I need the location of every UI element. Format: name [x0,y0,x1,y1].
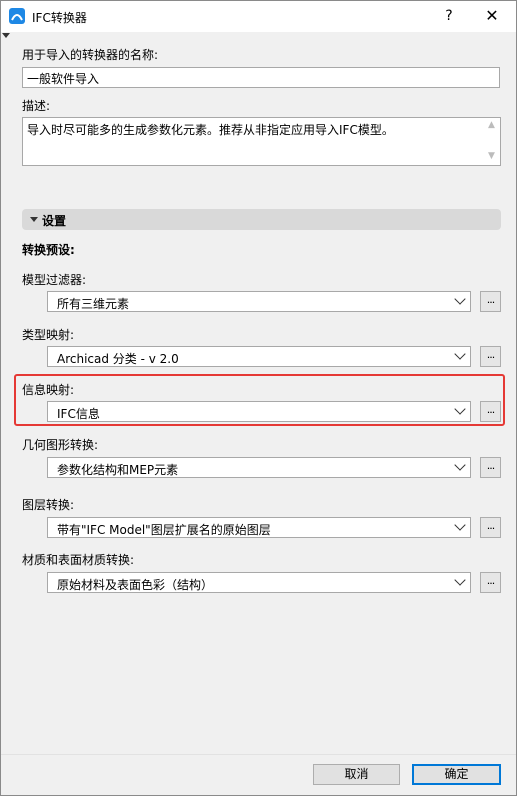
model-filter-select[interactable]: 所有三维元素 [47,291,471,312]
model-filter-value: 所有三维元素 [57,297,130,311]
footer-divider [1,754,516,755]
material-conversion-value: 原始材料及表面色彩（结构） [57,578,214,592]
model-filter-more-button[interactable]: ... [480,291,501,312]
collapse-arrow-icon[interactable] [2,33,10,38]
chevron-down-icon [454,348,466,360]
cancel-button[interactable]: 取消 [313,764,400,785]
description-textarea[interactable]: 导入时尽可能多的生成参数化元素。推荐从非指定应用导入IFC模型。 ▲ ▼ [22,117,501,166]
material-conversion-more-button[interactable]: ... [480,572,501,593]
scroll-up-icon[interactable]: ▲ [488,120,495,130]
material-conversion-label: 材质和表面材质转换: [22,553,135,567]
settings-section-header[interactable]: 设置 [22,209,501,230]
description-text: 导入时尽可能多的生成参数化元素。推荐从非指定应用导入IFC模型。 [27,123,394,137]
layer-conversion-select[interactable]: 带有"IFC Model"图层扩展名的原始图层 [47,517,471,538]
ok-button[interactable]: 确定 [412,764,501,785]
type-mapping-select[interactable]: Archicad 分类 - v 2.0 [47,346,471,367]
description-scrollbar[interactable]: ▲ ▼ [483,118,500,165]
property-mapping-select[interactable]: IFC信息 [47,401,471,422]
model-filter-label: 模型过滤器: [22,273,87,287]
property-mapping-value: IFC信息 [57,407,100,421]
converter-name-input[interactable]: 一般软件导入 [22,67,500,88]
settings-section-title: 设置 [42,214,67,228]
description-label: 描述: [22,99,51,113]
geometry-conversion-more-button[interactable]: ... [480,457,501,478]
property-mapping-more-button[interactable]: ... [480,401,501,422]
layer-conversion-value: 带有"IFC Model"图层扩展名的原始图层 [57,523,271,537]
geometry-conversion-select[interactable]: 参数化结构和MEP元素 [47,457,471,478]
title-bar: IFC转换器 ? ✕ [1,1,516,32]
geometry-conversion-value: 参数化结构和MEP元素 [57,463,179,477]
chevron-down-icon [454,459,466,471]
help-button[interactable]: ? [437,4,461,28]
ifc-converter-dialog: IFC转换器 ? ✕ 用于导入的转换器的名称: 一般软件导入 描述: 导入时尽可… [0,0,517,796]
layer-conversion-label: 图层转换: [22,498,75,512]
layer-conversion-more-button[interactable]: ... [480,517,501,538]
conversion-presets-label: 转换预设: [22,243,75,257]
scroll-down-icon[interactable]: ▼ [488,151,495,161]
window-title: IFC转换器 [32,11,87,25]
collapse-triangle-icon [30,217,38,222]
geometry-conversion-label: 几何图形转换: [22,438,99,452]
material-conversion-select[interactable]: 原始材料及表面色彩（结构） [47,572,471,593]
property-mapping-label: 信息映射: [22,383,75,397]
close-button[interactable]: ✕ [479,4,505,28]
converter-name-label: 用于导入的转换器的名称: [22,48,159,62]
type-mapping-value: Archicad 分类 - v 2.0 [57,352,179,366]
chevron-down-icon [454,519,466,531]
chevron-down-icon [454,403,466,415]
chevron-down-icon [454,574,466,586]
chevron-down-icon [454,293,466,305]
type-mapping-label: 类型映射: [22,328,75,342]
type-mapping-more-button[interactable]: ... [480,346,501,367]
archicad-app-icon [9,8,25,24]
